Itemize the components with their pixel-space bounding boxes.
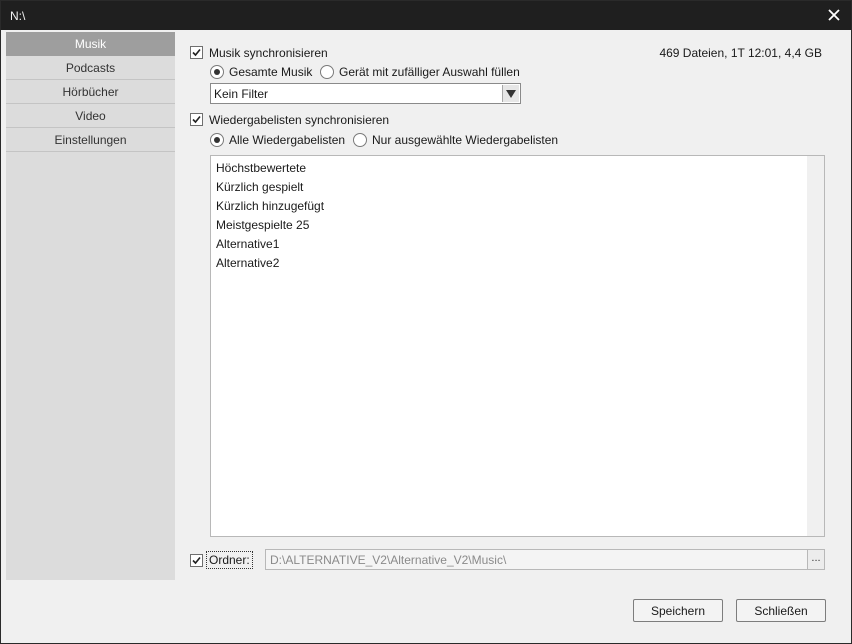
playlist-sync-checkbox[interactable]: [190, 113, 203, 126]
folder-label: Ordner:: [206, 551, 253, 569]
folder-checkbox[interactable]: [190, 554, 203, 567]
sidebar-item-label: Hörbücher: [62, 84, 119, 99]
sidebar: Musik Podcasts Hörbücher Video Einstellu…: [6, 32, 175, 580]
sidebar-item-label: Video: [75, 108, 106, 123]
radio-entire-music[interactable]: [210, 65, 224, 79]
playlist-sync-label: Wiedergabelisten synchronisieren: [209, 113, 390, 127]
dropdown-arrow-icon[interactable]: [502, 85, 519, 102]
folder-path-field[interactable]: D:\ALTERNATIVE_V2\Alternative_V2\Music\ …: [265, 549, 825, 570]
music-stats: 469 Dateien, 1T 12:01, 4,4 GB: [659, 46, 822, 60]
close-button[interactable]: Schließen: [736, 599, 826, 622]
window-title: N:\: [10, 9, 26, 23]
filter-dropdown[interactable]: Kein Filter: [210, 83, 521, 104]
checkmark-icon: [192, 48, 201, 57]
save-button[interactable]: Speichern: [633, 599, 723, 622]
title-bar: N:\: [1, 1, 851, 30]
checkmark-icon: [192, 556, 201, 565]
list-item[interactable]: Alternative2: [216, 254, 324, 273]
playlist-scrollbar[interactable]: [807, 156, 824, 536]
sidebar-item-label: Podcasts: [65, 60, 116, 75]
close-icon[interactable]: [823, 5, 845, 25]
radio-random-fill-label: Gerät mit zufälliger Auswahl füllen: [339, 65, 520, 79]
playlist-listbox[interactable]: Höchstbewertete Kürzlich gespielt Kürzli…: [210, 155, 825, 537]
radio-all-playlists-label: Alle Wiedergabelisten: [229, 133, 346, 147]
sidebar-item-musik[interactable]: Musik: [6, 32, 175, 56]
radio-selected-playlists[interactable]: [353, 133, 367, 147]
sidebar-item-label: Einstellungen: [54, 132, 127, 147]
list-item[interactable]: Kürzlich gespielt: [216, 178, 324, 197]
radio-random-fill[interactable]: [320, 65, 334, 79]
radio-all-playlists[interactable]: [210, 133, 224, 147]
sidebar-item-einstellungen[interactable]: Einstellungen: [6, 128, 175, 152]
sidebar-item-podcasts[interactable]: Podcasts: [6, 56, 175, 80]
music-sync-checkbox[interactable]: [190, 46, 203, 59]
music-sync-label: Musik synchronisieren: [209, 46, 328, 60]
list-item[interactable]: Meistgespielte 25: [216, 216, 324, 235]
browse-folder-button[interactable]: ...: [807, 550, 824, 569]
sidebar-item-video[interactable]: Video: [6, 104, 175, 128]
list-item[interactable]: Alternative1: [216, 235, 324, 254]
filter-dropdown-value: Kein Filter: [214, 87, 269, 101]
radio-entire-music-label: Gesamte Musik: [229, 65, 313, 79]
radio-selected-playlists-label: Nur ausgewählte Wiedergabelisten: [372, 133, 559, 147]
list-item[interactable]: Kürzlich hinzugefügt: [216, 197, 324, 216]
sidebar-item-hoerbuecher[interactable]: Hörbücher: [6, 80, 175, 104]
sync-dialog: N:\ Musik Podcasts Hörbücher Video Einst…: [0, 0, 852, 644]
sidebar-item-label: Musik: [74, 36, 107, 51]
checkmark-icon: [192, 115, 201, 124]
playlist-rows: Höchstbewertete Kürzlich gespielt Kürzli…: [216, 159, 324, 273]
folder-path-value: D:\ALTERNATIVE_V2\Alternative_V2\Music\: [270, 553, 507, 567]
list-item[interactable]: Höchstbewertete: [216, 159, 324, 178]
